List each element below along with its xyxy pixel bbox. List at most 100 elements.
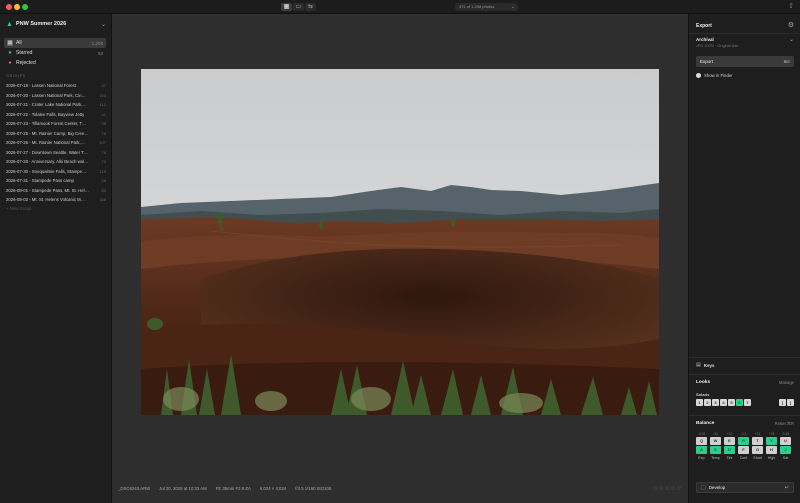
balance-increase-key[interactable]: R bbox=[738, 437, 749, 445]
look-key[interactable]: 2 bbox=[704, 399, 711, 406]
export-shortcut: ⌘E bbox=[783, 59, 790, 64]
single-view-icon[interactable]: ▭ bbox=[293, 3, 304, 11]
lens-label: FE 35mm F2.8 ZA bbox=[215, 486, 251, 491]
keys-toggle[interactable]: ▤ Keys bbox=[696, 362, 715, 368]
balance-column: -34 W S Temp bbox=[710, 432, 721, 460]
balance-decrease-key[interactable]: S bbox=[710, 446, 721, 454]
looks-manage-button[interactable]: Manage bbox=[779, 380, 794, 385]
inspector-panel: Export ⚙ Archival JPG 100% · Original si… bbox=[688, 14, 800, 503]
title-bar: ▦ ▭ ⇆ 471 of 1,208 photos ⌄ ⇧ bbox=[0, 0, 800, 14]
balance-label: Cont bbox=[739, 456, 748, 460]
grid-view-icon[interactable]: ▦ bbox=[281, 3, 292, 11]
look-key[interactable]: 4 bbox=[720, 399, 727, 406]
balance-increase-key[interactable]: Y bbox=[766, 437, 777, 445]
group-item[interactable]: 2026-07-28 - Anniversary, Alki Beach wal… bbox=[6, 157, 106, 167]
look-prev-key[interactable]: [ bbox=[779, 399, 786, 406]
balance-reset-button[interactable]: Reset ⌘R bbox=[775, 421, 794, 426]
library-header[interactable]: ▲ PNW Summer 2026 ⌄ bbox=[6, 18, 106, 30]
group-name: 2026-07-23 - Tillamook Forest Center, T… bbox=[6, 121, 87, 127]
compare-view-icon[interactable]: ⇆ bbox=[305, 3, 316, 11]
balance-decrease-key[interactable]: D bbox=[724, 446, 735, 454]
balance-decrease-key[interactable]: H bbox=[766, 446, 777, 454]
group-item[interactable]: 2026-07-31 - Stampede Pass camp 28 bbox=[6, 176, 106, 186]
divider bbox=[689, 33, 800, 34]
filter-label: Rejected bbox=[16, 60, 36, 66]
exposure-label: f/4.5 1/160 ISO100 bbox=[295, 486, 332, 491]
filter-rejected[interactable]: ● Rejected bbox=[4, 58, 106, 68]
balance-increase-key[interactable]: E bbox=[724, 437, 735, 445]
balance-increase-key[interactable]: Q bbox=[696, 437, 707, 445]
group-item[interactable]: 2026-07-26 - Mt. Rainier National Park,…… bbox=[6, 138, 106, 148]
balance-increase-key[interactable]: U bbox=[780, 437, 791, 445]
look-key[interactable]: 7 bbox=[744, 399, 751, 406]
balance-increase-key[interactable]: W bbox=[710, 437, 721, 445]
look-key[interactable]: 5 bbox=[728, 399, 735, 406]
group-count: 41 bbox=[101, 111, 106, 117]
filter-starred[interactable]: ★ Starred 53 bbox=[4, 48, 106, 58]
export-title: Export bbox=[696, 23, 712, 29]
group-item[interactable]: 2026-07-27 - Downtown Seattle, Water T… 7… bbox=[6, 148, 106, 158]
photo-viewer: _DSC6243.ARW Jul 20, 2026 at 10:33 AM FE… bbox=[112, 14, 688, 503]
group-item[interactable]: 2026-07-20 - Lassen National Park, Cin… 1… bbox=[6, 91, 106, 101]
gear-icon[interactable]: ⚙ bbox=[788, 21, 794, 29]
library-logo-icon: ▲ bbox=[6, 20, 13, 28]
balance-decrease-key[interactable]: J bbox=[780, 446, 791, 454]
show-in-finder-toggle[interactable]: Show in Finder bbox=[696, 73, 733, 78]
look-next-key[interactable]: ] bbox=[787, 399, 794, 406]
group-item[interactable]: 2026-07-23 - Tillamook Forest Center, T…… bbox=[6, 119, 106, 129]
photo-image bbox=[141, 69, 659, 415]
share-icon[interactable]: ⇧ bbox=[788, 2, 794, 10]
reject-icon: ● bbox=[8, 60, 12, 66]
chevron-down-icon[interactable]: ⌄ bbox=[789, 36, 794, 43]
library-title: PNW Summer 2026 bbox=[16, 21, 67, 27]
group-item[interactable]: 2026-07-30 - Snoqualmie Falls, Stampe… 11… bbox=[6, 167, 106, 177]
develop-button[interactable]: ⬚ Develop ↵ bbox=[696, 482, 794, 493]
group-item[interactable]: 2026-08-02 - Mt. St. Helens Volcanic M… 1… bbox=[6, 195, 106, 205]
balance-column: -0.04 Q A Exp bbox=[696, 432, 707, 460]
export-preset-name[interactable]: Archival bbox=[696, 37, 714, 42]
look-key[interactable]: 3 bbox=[712, 399, 719, 406]
group-name: 2026-08-01 - Stampede Pass, Mt. St. Hel… bbox=[6, 187, 89, 193]
group-name: 2026-08-02 - Mt. St. Helens Volcanic M… bbox=[6, 197, 86, 203]
group-name: 2026-07-28 - Anniversary, Alki Beach wal… bbox=[6, 159, 89, 165]
balance-label: Sat bbox=[782, 456, 789, 460]
group-name: 2026-07-26 - Mt. Rainier National Park,… bbox=[6, 140, 86, 146]
balance-decrease-key[interactable]: G bbox=[752, 446, 763, 454]
photo-count-dropdown[interactable]: 471 of 1,208 photos ⌄ bbox=[455, 3, 518, 11]
photo-preview[interactable] bbox=[141, 69, 659, 415]
balance-decrease-key[interactable]: A bbox=[696, 446, 707, 454]
group-count: 119 bbox=[99, 168, 106, 174]
radio-icon bbox=[696, 73, 701, 78]
group-item[interactable]: 2026-07-19 - Lassen National Forest 47 bbox=[6, 81, 106, 91]
balance-increase-key[interactable]: T bbox=[752, 437, 763, 445]
minimize-window-button[interactable] bbox=[14, 4, 20, 10]
group-item[interactable]: 2026-07-21 - Crater Lake National Park,…… bbox=[6, 100, 106, 110]
export-button-label: Export bbox=[700, 59, 714, 64]
balance-title: Balance bbox=[696, 421, 715, 426]
divider bbox=[689, 374, 800, 375]
balance-column: -0.49 U J Sat bbox=[780, 432, 791, 460]
view-switcher: ▦ ▭ ⇆ bbox=[281, 3, 316, 11]
look-key-active[interactable]: 6 bbox=[736, 399, 743, 406]
export-button[interactable]: Export ⌘E bbox=[696, 56, 794, 67]
export-preset-detail: JPG 100% · Original size bbox=[696, 44, 739, 48]
look-key[interactable]: 1 bbox=[696, 399, 703, 406]
group-item[interactable]: 2026-07-25 - Mt. Rainier Camp, Big Cree…… bbox=[6, 129, 106, 139]
balance-decrease-key[interactable]: F bbox=[738, 446, 749, 454]
filter-all[interactable]: ▦ All 1,208 bbox=[4, 38, 106, 48]
star-rating[interactable]: ☆☆☆☆☆ bbox=[653, 485, 682, 492]
close-window-button[interactable] bbox=[6, 4, 12, 10]
chevron-down-icon[interactable]: ⌄ bbox=[101, 21, 106, 28]
looks-nav: [ ] bbox=[779, 399, 794, 406]
group-item[interactable]: 2026-08-01 - Stampede Pass, Mt. St. Hel…… bbox=[6, 186, 106, 196]
balance-label: Tint bbox=[726, 456, 733, 460]
new-group-button[interactable]: + New Group bbox=[6, 206, 106, 211]
group-item[interactable]: 2026-07-22 - Tolalee Falls, Bayview Jett… bbox=[6, 110, 106, 120]
develop-icon: ⬚ bbox=[701, 484, 706, 491]
group-count: 112 bbox=[99, 102, 106, 108]
filename-label: _DSC6243.ARW bbox=[118, 486, 151, 491]
filter-label: Starred bbox=[16, 50, 33, 56]
group-count: 107 bbox=[99, 140, 106, 146]
dimensions-label: 6,024 × 4,024 bbox=[259, 486, 287, 491]
zoom-window-button[interactable] bbox=[22, 4, 28, 10]
